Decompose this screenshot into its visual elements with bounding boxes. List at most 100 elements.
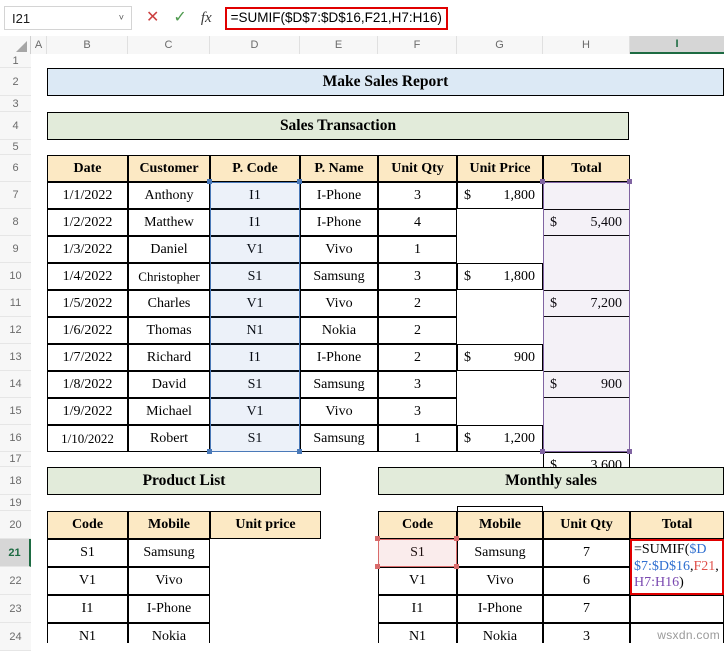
row-header-5[interactable]: 5 [0,140,31,155]
st-cell-pname[interactable]: Samsung [300,425,378,452]
st-cell-date[interactable]: 1/1/2022 [47,182,128,209]
row-header-16[interactable]: 16 [0,425,31,452]
st-cell-qty[interactable]: 1 [378,236,457,263]
pl-cell-mobile[interactable]: Nokia [128,623,210,643]
st-cell-pname[interactable]: Nokia [300,317,378,344]
name-box[interactable]: I21 ˅ [4,6,132,30]
st-cell-pcode[interactable]: I1 [210,209,300,236]
ms-cell-mobile[interactable]: Samsung [457,539,543,567]
pl-cell-mobile[interactable]: I-Phone [128,595,210,623]
range-handle-purple-bl[interactable] [540,449,545,454]
cell-formula-editor[interactable]: =SUMIF($D$7:$D$16,F21,H7:H16) [630,539,724,595]
ms-cell-qty[interactable]: 6 [543,567,630,595]
range-handle-red-br[interactable] [454,564,459,569]
st-cell-pname[interactable]: Samsung [300,263,378,290]
formula-input[interactable]: =SUMIF($D$7:$D$16,F21,H7:H16) [224,6,448,30]
st-cell-qty[interactable]: 3 [378,263,457,290]
range-handle-blue-tr[interactable] [297,179,302,184]
st-cell-qty[interactable]: 3 [378,398,457,425]
st-cell-customer[interactable]: Robert [128,425,210,452]
row-header-7[interactable]: 7 [0,182,31,209]
st-cell-pcode[interactable]: I1 [210,344,300,371]
st-cell-qty[interactable]: 2 [378,344,457,371]
st-cell-total[interactable]: $900 [543,371,630,398]
pl-cell-mobile[interactable]: Vivo [128,567,210,595]
ms-cell-mobile[interactable]: Nokia [457,623,543,643]
row-header-10[interactable]: 10 [0,263,31,290]
ms-cell-qty[interactable]: 7 [543,539,630,567]
st-cell-qty[interactable]: 3 [378,182,457,209]
st-cell-pcode[interactable]: S1 [210,425,300,452]
st-cell-customer[interactable]: Thomas [128,317,210,344]
st-cell-customer[interactable]: Daniel [128,236,210,263]
range-handle-purple-tr[interactable] [627,179,632,184]
st-cell-customer[interactable]: Christopher [128,263,210,290]
column-header-A[interactable]: A [31,36,47,54]
st-cell-price[interactable]: $900 [457,344,543,371]
st-cell-customer[interactable]: David [128,371,210,398]
st-cell-pcode[interactable]: S1 [210,371,300,398]
st-cell-date[interactable]: 1/5/2022 [47,290,128,317]
st-cell-pname[interactable]: Vivo [300,236,378,263]
st-cell-customer[interactable]: Richard [128,344,210,371]
row-header-14[interactable]: 14 [0,371,31,398]
row-header-23[interactable]: 23 [0,595,31,623]
ms-cell-code[interactable]: N1 [378,623,457,643]
st-cell-pname[interactable]: Vivo [300,290,378,317]
ms-cell-code[interactable]: S1 [378,539,457,567]
row-header-2[interactable]: 2 [0,68,31,96]
column-header-E[interactable]: E [300,36,378,54]
ms-cell-code[interactable]: I1 [378,595,457,623]
range-handle-purple-tl[interactable] [540,179,545,184]
formula-input-wrapper[interactable]: =SUMIF($D$7:$D$16,F21,H7:H16) [224,5,724,31]
st-cell-pcode[interactable]: I1 [210,182,300,209]
st-cell-qty[interactable]: 4 [378,209,457,236]
column-header-D[interactable]: D [210,36,300,54]
st-cell-pname[interactable]: I-Phone [300,182,378,209]
column-header-C[interactable]: C [128,36,210,54]
st-cell-date[interactable]: 1/3/2022 [47,236,128,263]
pl-cell-code[interactable]: I1 [47,595,128,623]
worksheet-grid[interactable]: Make Sales Report Sales Transaction Date… [32,54,724,643]
row-header-6[interactable]: 6 [0,155,31,182]
column-header-I[interactable]: I [630,36,724,54]
st-cell-pcode[interactable]: V1 [210,236,300,263]
pl-cell-mobile[interactable]: Samsung [128,539,210,567]
st-cell-date[interactable]: 1/4/2022 [47,263,128,290]
pl-cell-code[interactable]: S1 [47,539,128,567]
st-cell-date[interactable]: 1/10/2022 [47,425,128,452]
st-cell-qty[interactable]: 3 [378,371,457,398]
st-cell-pname[interactable]: I-Phone [300,344,378,371]
st-cell-pcode[interactable]: V1 [210,290,300,317]
pl-cell-code[interactable]: N1 [47,623,128,643]
ms-cell-mobile[interactable]: Vivo [457,567,543,595]
range-handle-blue-br[interactable] [297,449,302,454]
cancel-icon[interactable]: ✕ [146,10,159,26]
range-handle-red-bl[interactable] [375,564,380,569]
row-header-15[interactable]: 15 [0,398,31,425]
st-cell-customer[interactable]: Anthony [128,182,210,209]
st-cell-pname[interactable]: I-Phone [300,209,378,236]
st-cell-price[interactable]: $1,800 [457,182,543,209]
chevron-down-icon[interactable]: ˅ [119,13,124,23]
column-header-B[interactable]: B [47,36,128,54]
ms-cell-code[interactable]: V1 [378,567,457,595]
st-cell-qty[interactable]: 2 [378,317,457,344]
st-cell-price[interactable]: $1,200 [457,425,543,452]
st-cell-customer[interactable]: Michael [128,398,210,425]
ms-cell-qty[interactable]: 7 [543,595,630,623]
column-header-H[interactable]: H [543,36,630,54]
st-cell-qty[interactable]: 1 [378,425,457,452]
row-header-20[interactable]: 20 [0,511,31,539]
ms-cell-mobile[interactable]: I-Phone [457,595,543,623]
st-cell-date[interactable]: 1/9/2022 [47,398,128,425]
st-cell-date[interactable]: 1/8/2022 [47,371,128,398]
range-handle-blue-bl[interactable] [207,449,212,454]
column-header-G[interactable]: G [457,36,543,54]
st-cell-total[interactable]: $7,200 [543,290,630,317]
row-header-17[interactable]: 17 [0,452,31,467]
st-cell-customer[interactable]: Charles [128,290,210,317]
row-header-11[interactable]: 11 [0,290,31,317]
row-header-8[interactable]: 8 [0,209,31,236]
pl-cell-code[interactable]: V1 [47,567,128,595]
